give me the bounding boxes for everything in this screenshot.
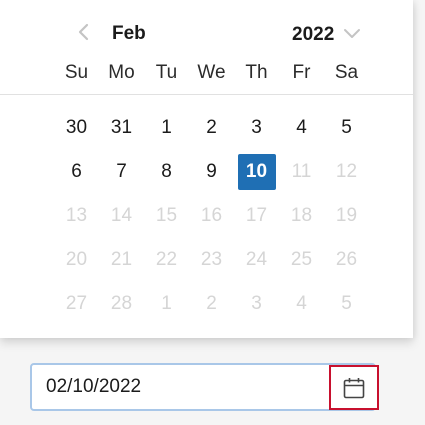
weekday-th: Th bbox=[245, 62, 268, 83]
day-cell: 1 bbox=[161, 293, 172, 314]
chevron-down-icon bbox=[344, 29, 360, 38]
prev-month-button[interactable] bbox=[76, 22, 92, 42]
day-cell: 15 bbox=[155, 205, 178, 226]
day-cell[interactable]: 31 bbox=[103, 110, 141, 146]
calendar-toggle-button[interactable] bbox=[329, 365, 379, 410]
month-label: Feb bbox=[112, 23, 146, 44]
weekday-tu: Tu bbox=[155, 62, 178, 83]
day-cell[interactable]: 2 bbox=[193, 110, 231, 146]
weekday-su: Su bbox=[64, 62, 89, 83]
day-cell: 28 bbox=[110, 293, 133, 314]
day-cell[interactable]: 5 bbox=[328, 110, 366, 146]
day-cell: 26 bbox=[335, 249, 358, 270]
day-cell: 21 bbox=[110, 249, 133, 270]
day-cell[interactable]: 30 bbox=[58, 110, 96, 146]
day-cell: 4 bbox=[296, 293, 307, 314]
day-cell[interactable]: 4 bbox=[283, 110, 321, 146]
year-select[interactable]: 2022 bbox=[292, 24, 334, 46]
day-cell[interactable]: 9 bbox=[193, 154, 231, 190]
day-cell: 11 bbox=[291, 161, 312, 182]
datepicker-popup: Feb 2022 Su Mo Tu We Th Fr Sa 30 31 1 2 3 4 5 6 7 8 9 10 1… bbox=[0, 0, 413, 338]
day-cell: 20 bbox=[65, 249, 88, 270]
day-cell[interactable]: 3 bbox=[238, 110, 276, 146]
day-cell[interactable]: 7 bbox=[103, 154, 141, 190]
day-cell: 18 bbox=[290, 205, 313, 226]
day-cell[interactable]: 6 bbox=[58, 154, 96, 190]
date-field[interactable] bbox=[30, 363, 376, 411]
weekday-sa: Sa bbox=[334, 62, 359, 83]
day-cell: 14 bbox=[110, 205, 133, 226]
day-cell: 5 bbox=[341, 293, 352, 314]
calendar-icon bbox=[343, 378, 365, 399]
day-cell[interactable]: 1 bbox=[148, 110, 186, 146]
day-cell: 2 bbox=[206, 293, 217, 314]
day-grid: 30 31 1 2 3 4 5 6 7 8 9 10 11 12 13 14 15 16 17 18 19 20 21 22 2… bbox=[54, 110, 369, 330]
chevron-left-icon bbox=[78, 23, 89, 41]
weekday-mo: Mo bbox=[108, 62, 135, 83]
day-cell: 17 bbox=[245, 205, 268, 226]
day-cell: 3 bbox=[251, 293, 262, 314]
day-cell[interactable]: 8 bbox=[148, 154, 186, 190]
date-input[interactable] bbox=[46, 365, 326, 409]
day-cell: 12 bbox=[335, 161, 358, 182]
weekday-fr: Fr bbox=[292, 62, 311, 83]
day-cell: 22 bbox=[155, 249, 178, 270]
day-cell: 24 bbox=[245, 249, 268, 270]
day-cell: 19 bbox=[335, 205, 358, 226]
day-cell: 27 bbox=[65, 293, 88, 314]
selected-day[interactable]: 10 bbox=[237, 154, 276, 190]
year-dropdown-button[interactable] bbox=[342, 27, 362, 41]
day-cell: 23 bbox=[200, 249, 223, 270]
day-cell: 16 bbox=[200, 205, 223, 226]
weekday-we: We bbox=[197, 62, 226, 83]
weekday-header: Su Mo Tu We Th Fr Sa bbox=[54, 61, 369, 85]
divider bbox=[0, 94, 413, 95]
day-cell: 13 bbox=[65, 205, 88, 226]
day-cell: 25 bbox=[290, 249, 313, 270]
